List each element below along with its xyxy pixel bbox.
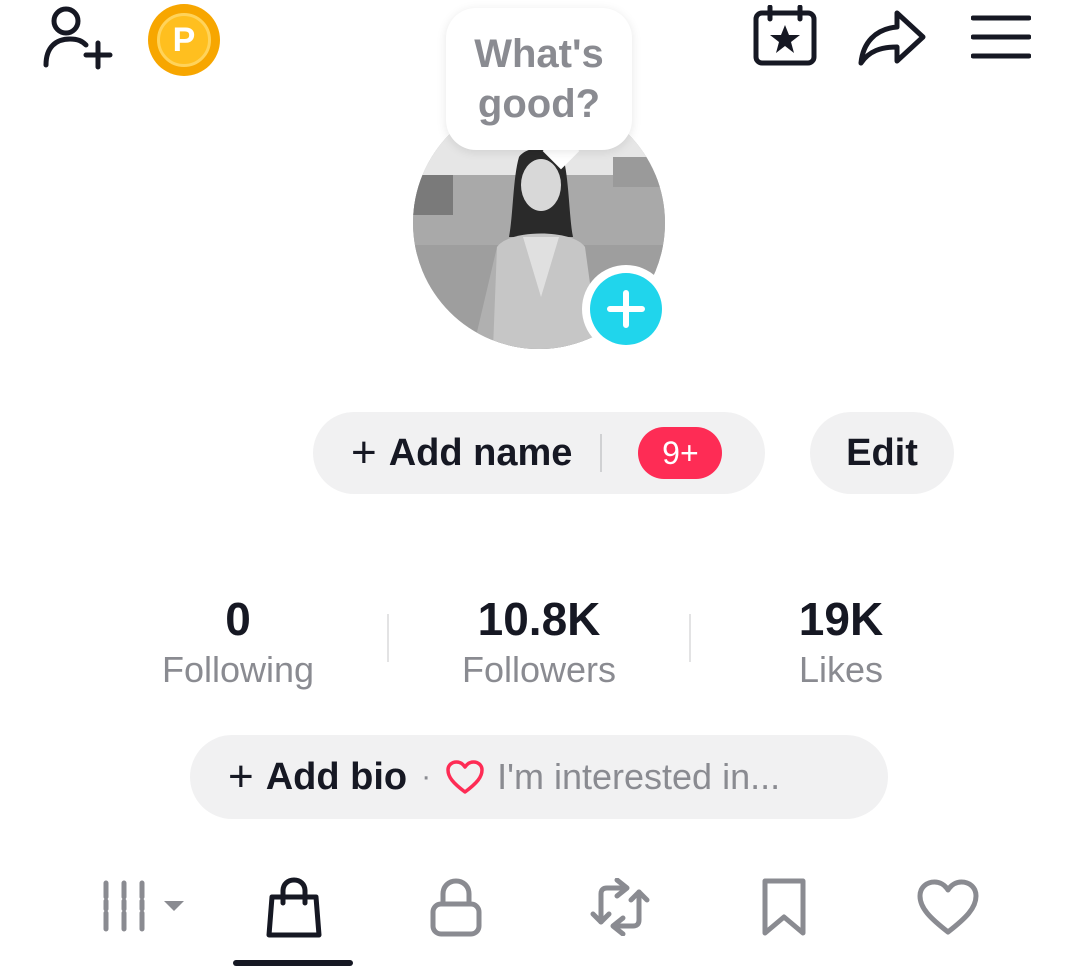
stat-divider xyxy=(689,614,691,662)
calendar-star-icon xyxy=(753,5,817,66)
status-bubble[interactable]: What's good? xyxy=(446,8,632,150)
tab-shop[interactable] xyxy=(244,872,344,942)
add-name-label: Add name xyxy=(388,431,573,474)
bio-separator: · xyxy=(421,760,432,793)
edit-profile-button[interactable]: Edit xyxy=(810,412,954,494)
add-bio-plus: + xyxy=(228,752,254,801)
coin-button[interactable]: P xyxy=(148,4,220,76)
add-avatar-button[interactable] xyxy=(582,265,670,353)
interests-link[interactable]: I'm interested in... xyxy=(497,756,780,798)
stat-divider xyxy=(387,614,389,662)
calendar-button[interactable] xyxy=(750,4,820,68)
add-friend-button[interactable] xyxy=(38,2,118,74)
profile-page: P What's good? + Add name 9+ Edit 0 Foll… xyxy=(0,0,1078,966)
stat-value: 19K xyxy=(798,593,884,645)
stat-likes[interactable]: 19K Likes xyxy=(711,592,971,694)
person-plus-icon xyxy=(43,6,113,70)
stat-value: 0 xyxy=(225,593,251,645)
share-arrow-icon xyxy=(858,10,926,66)
stat-value: 10.8K xyxy=(477,593,601,645)
tab-private[interactable] xyxy=(406,872,506,942)
stat-followers[interactable]: 10.8K Followers xyxy=(409,592,669,694)
bio-row[interactable]: + Add bio · I'm interested in... xyxy=(190,735,888,819)
stat-label: Followers xyxy=(461,649,617,690)
add-bio-button[interactable]: Add bio xyxy=(266,756,407,799)
tab-reposts[interactable] xyxy=(570,872,670,942)
tab-favorites[interactable] xyxy=(734,872,834,942)
edit-label: Edit xyxy=(846,431,918,474)
plus-icon xyxy=(607,290,645,328)
tab-videos[interactable] xyxy=(92,872,192,942)
tab-liked[interactable] xyxy=(898,872,998,942)
heart-icon xyxy=(917,879,979,935)
grid-icon xyxy=(103,880,184,932)
coin-letter: P xyxy=(172,20,196,59)
hamburger-menu-icon xyxy=(971,15,1031,59)
repost-icon xyxy=(590,878,650,936)
stat-following[interactable]: 0 Following xyxy=(108,592,368,694)
stat-label: Following xyxy=(161,649,315,690)
active-tab-indicator xyxy=(233,960,353,966)
heart-outline-icon xyxy=(445,759,485,795)
stat-label: Likes xyxy=(798,649,884,690)
bookmark-icon xyxy=(762,878,806,936)
name-pill-divider xyxy=(600,434,603,472)
notification-badge: 9+ xyxy=(638,427,723,479)
shopping-bag-icon xyxy=(266,877,322,938)
bubble-text: What's good? xyxy=(474,32,604,126)
coin-icon: P xyxy=(157,13,211,67)
add-name-button[interactable]: + Add name 9+ xyxy=(313,412,765,494)
add-name-plus: + xyxy=(351,428,377,477)
menu-button[interactable] xyxy=(970,12,1032,62)
lock-icon xyxy=(430,878,482,937)
share-button[interactable] xyxy=(856,6,928,68)
